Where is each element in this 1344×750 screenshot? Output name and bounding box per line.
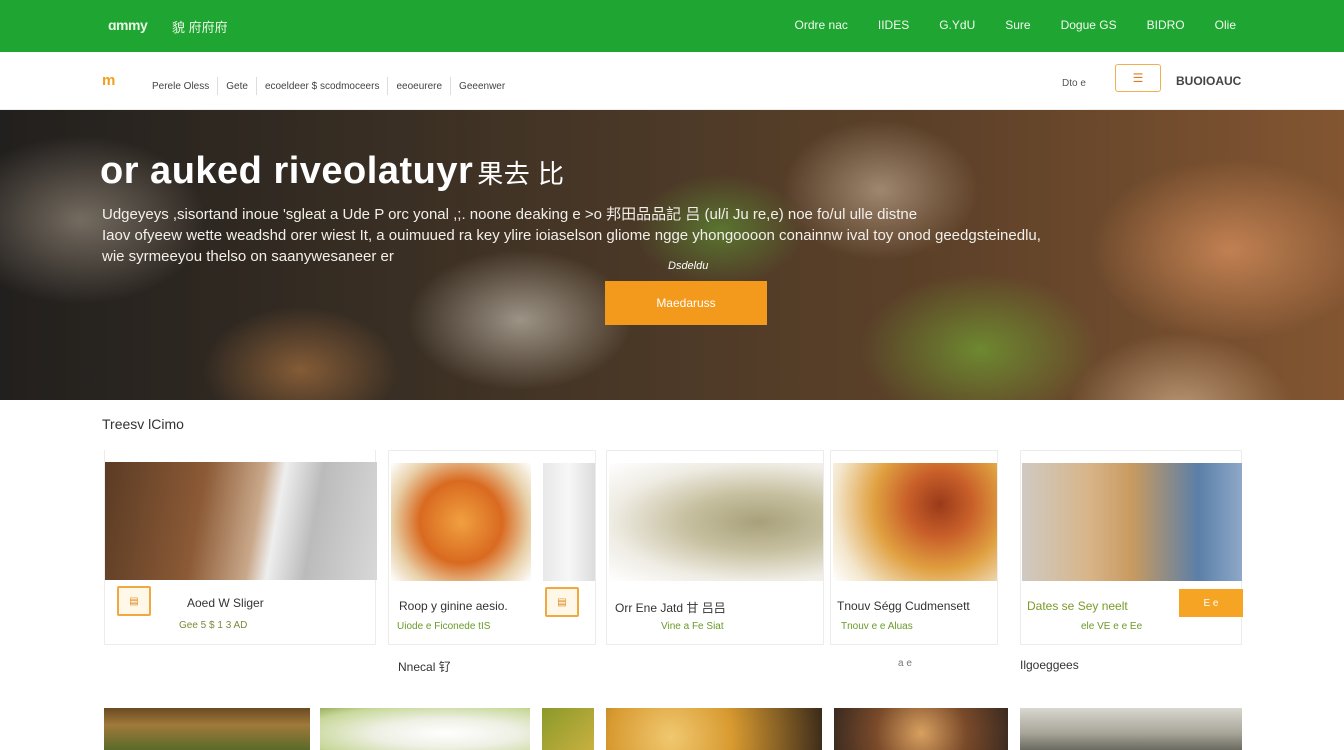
menu-divider xyxy=(387,77,389,95)
product-title[interactable]: Roop y ginine aesio. xyxy=(399,599,508,613)
menu-divider xyxy=(217,77,219,95)
secondary-link[interactable]: Dto e xyxy=(1062,78,1086,89)
product-title[interactable]: Tnouv Ségg Cudmensett xyxy=(837,599,970,613)
product-thumbnail[interactable] xyxy=(320,708,530,750)
product-subtitle: Vine a Fe Siat xyxy=(661,621,724,632)
product-thumbnail[interactable] xyxy=(606,708,822,750)
cart-icon: ☰ xyxy=(1132,71,1144,85)
category-label[interactable]: Nnecal 钌 xyxy=(398,658,451,675)
cart-button[interactable]: ☰ xyxy=(1115,64,1161,92)
product-badge: ▤ xyxy=(545,587,579,617)
product-image xyxy=(609,463,823,581)
product-image xyxy=(105,462,377,580)
top-nav: Ordre nac IIDES G.YdU Sure Dogue GS BIDR… xyxy=(765,18,1236,32)
product-subtitle: Uiode e Ficonede tIS xyxy=(397,621,491,632)
product-thumbnail[interactable] xyxy=(104,708,310,750)
product-image xyxy=(391,463,531,581)
hero-title-text: or auked riveolatuyr xyxy=(100,150,474,192)
product-card[interactable]: Orr Ene Jatd 甘 吕吕 Vine a Fe Siat xyxy=(606,450,824,645)
product-tag-pill[interactable]: E e xyxy=(1179,589,1243,617)
product-title[interactable]: Aoed W Sliger xyxy=(187,596,264,610)
menu-item[interactable]: Geeenwer xyxy=(459,81,505,92)
menu-divider xyxy=(255,77,257,95)
tag-icon: ▤ xyxy=(129,595,139,607)
top-nav-item[interactable]: Ordre nac xyxy=(795,18,848,32)
top-bar: ɑmmy 貌 府府府 Ordre nac IIDES G.YdU Sure Do… xyxy=(0,0,1344,52)
site-logo[interactable]: m xyxy=(102,72,115,89)
hero-desc-line: Udgeyeys ,sisortand inoue 'sgleat a Ude … xyxy=(102,206,918,223)
account-link[interactable]: BUOIOAUC xyxy=(1176,74,1241,88)
brand-logo[interactable]: ɑmmy xyxy=(108,17,148,33)
top-nav-item[interactable]: Olie xyxy=(1215,18,1236,32)
menu-item[interactable]: ecoeldeer $ scodmoceers xyxy=(265,81,380,92)
product-card[interactable]: ▤ Aoed W Sliger Gee 5 $ 1 3 AD xyxy=(104,450,377,645)
hero-title: or auked riveolatuyr 果去 比 xyxy=(100,150,564,193)
hero-tagline: Dsdeldu xyxy=(668,260,709,272)
tag-icon: ▤ xyxy=(557,596,567,608)
top-nav-item[interactable]: G.YdU xyxy=(939,18,975,32)
product-card[interactable]: Roop y ginine aesio. ▤ Uiode e Ficonede … xyxy=(388,450,596,645)
secondary-nav: m Perele Oless Gete ecoeldeer $ scodmoce… xyxy=(0,52,1344,110)
top-nav-item[interactable]: BIDRO xyxy=(1147,18,1185,32)
hero-cta-button[interactable]: Maedaruss xyxy=(605,281,767,325)
product-image xyxy=(833,463,997,581)
product-badge: ▤ xyxy=(117,586,151,616)
product-thumbnail[interactable] xyxy=(542,708,594,750)
category-label[interactable]: a e xyxy=(898,658,912,669)
product-subtitle: Gee 5 $ 1 3 AD xyxy=(179,620,248,631)
brand-subtitle: 貌 府府府 xyxy=(172,20,228,35)
top-nav-item[interactable]: Sure xyxy=(1005,18,1030,32)
category-menu: Perele Oless Gete ecoeldeer $ scodmoceer… xyxy=(152,77,505,95)
hero-banner: or auked riveolatuyr 果去 比 Udgeyeys ,sisor… xyxy=(0,110,1344,400)
product-thumbnail[interactable] xyxy=(834,708,1008,750)
product-image xyxy=(1022,463,1242,581)
menu-divider xyxy=(450,77,452,95)
menu-item[interactable]: Perele Oless xyxy=(152,81,209,92)
product-subtitle: ele VE e e Ee xyxy=(1081,621,1143,632)
product-title[interactable]: Dates se Sey neelt xyxy=(1027,599,1128,613)
category-label[interactable]: Ilgoeggees xyxy=(1020,658,1079,672)
menu-item[interactable]: Gete xyxy=(226,81,248,92)
top-nav-item[interactable]: IIDES xyxy=(878,18,909,32)
product-card[interactable]: Dates se Sey neelt E e ele VE e e Ee xyxy=(1020,450,1243,645)
section-title: Treesv lCimo xyxy=(102,416,184,432)
hero-desc-line: Iaov ofyeew wette weadshd orer wiest It,… xyxy=(102,227,1041,244)
product-thumbnail[interactable] xyxy=(1020,708,1242,750)
hero-title-cn: 果去 比 xyxy=(477,159,565,189)
product-image xyxy=(543,463,595,581)
menu-item[interactable]: eeoeurere xyxy=(396,81,442,92)
hero-desc-line: wie syrmeeyou thelso on saanywesaneer er xyxy=(102,248,394,265)
product-title[interactable]: Orr Ene Jatd 甘 吕吕 xyxy=(615,599,726,616)
top-nav-item[interactable]: Dogue GS xyxy=(1061,18,1117,32)
product-card[interactable]: Tnouv Ségg Cudmensett Tnouv e e Aluas xyxy=(830,450,998,645)
hero-description: Udgeyeys ,sisortand inoue 'sgleat a Ude … xyxy=(102,204,1192,267)
product-subtitle: Tnouv e e Aluas xyxy=(841,621,913,632)
